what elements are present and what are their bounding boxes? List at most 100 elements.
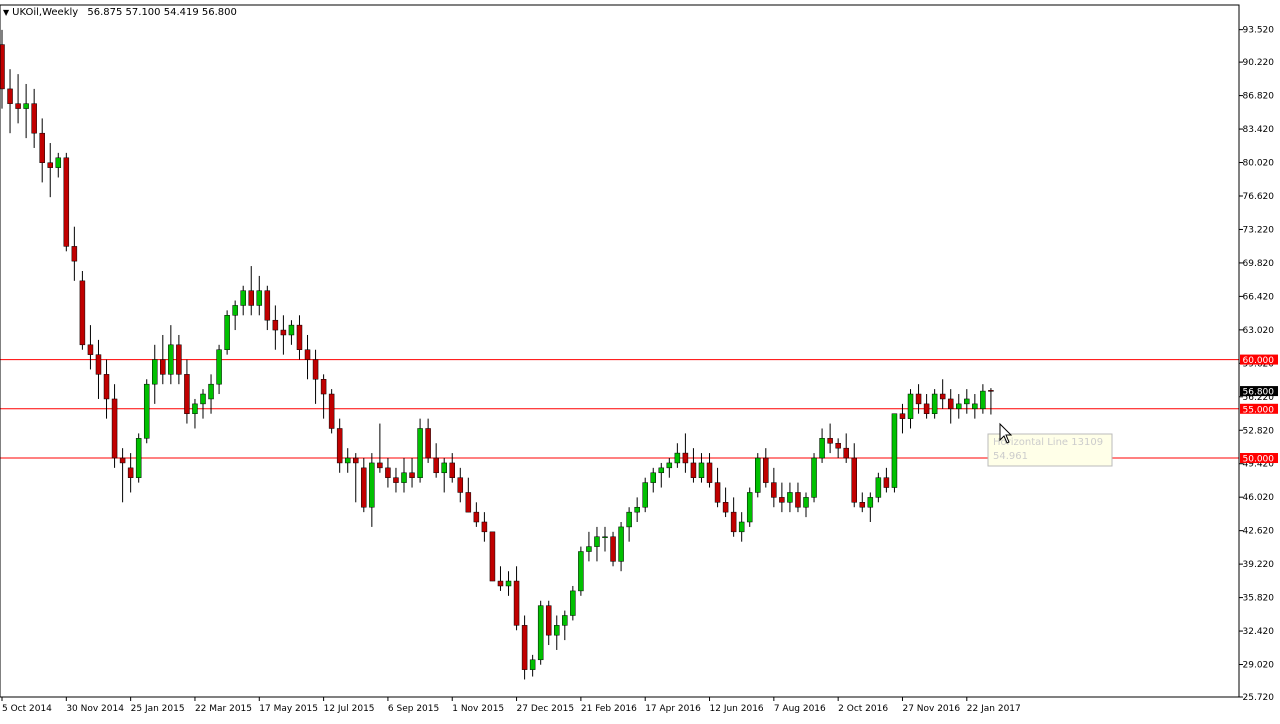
x-tick-label: 17 Apr 2016: [645, 704, 701, 714]
candle-body: [168, 344, 174, 375]
candle-body: [554, 625, 560, 636]
candle-body: [457, 477, 464, 493]
candle-body: [545, 605, 552, 636]
candle-body: [570, 590, 576, 616]
y-tick-label: 93.520: [1243, 26, 1275, 36]
candle-body: [827, 438, 833, 444]
candle[interactable]: [811, 453, 817, 503]
candle-body: [15, 103, 21, 109]
candle-body: [312, 359, 319, 380]
y-tick-label: 39.220: [1243, 560, 1275, 570]
candle-body: [135, 438, 142, 478]
candle-body: [835, 442, 841, 449]
candle-body: [956, 403, 962, 410]
x-tick-label: 22 Jan 2017: [967, 704, 1021, 714]
candle-body: [907, 393, 914, 419]
candle-body: [256, 290, 263, 306]
candle-body: [55, 157, 62, 168]
candle-body: [111, 398, 118, 459]
ohlc-values: 56.875 57.100 54.419 56.800: [87, 7, 237, 18]
candle-body: [0, 44, 5, 90]
candle-body: [521, 625, 528, 670]
candle-body: [87, 344, 94, 355]
candle[interactable]: [135, 433, 142, 483]
candle[interactable]: [755, 453, 761, 498]
candle[interactable]: [328, 389, 335, 434]
candle-body: [304, 349, 311, 360]
candlestick-chart[interactable]: 93.520 90.220 86.820 83.420 80.020 76.620 73.2…: [0, 0, 1280, 720]
candle[interactable]: [63, 152, 70, 252]
candle-body: [755, 457, 761, 493]
candle-body: [409, 472, 415, 478]
candle-body: [537, 605, 544, 661]
candle[interactable]: [79, 270, 86, 350]
x-tick-label: 5 Oct 2014: [2, 704, 52, 714]
candle-body: [803, 497, 809, 508]
candle-body: [529, 659, 536, 670]
x-tick-label: 2 Oct 2016: [838, 704, 888, 714]
candle[interactable]: [521, 615, 528, 680]
candle-body: [714, 482, 721, 503]
collapse-triangle-icon[interactable]: ▼: [3, 8, 9, 17]
x-tick-label: 12 Jul 2015: [324, 704, 375, 714]
candle-body: [562, 615, 568, 626]
candle-body: [192, 403, 198, 414]
candle-body: [578, 551, 584, 592]
candle[interactable]: [746, 487, 753, 527]
candle-body: [79, 280, 86, 346]
candle-body: [972, 403, 978, 410]
candle[interactable]: [224, 310, 230, 355]
candle-body: [417, 428, 423, 478]
tooltip-line-1: Horizontal Line 13109: [993, 437, 1103, 448]
candle-body: [682, 452, 689, 464]
candle[interactable]: [417, 418, 423, 483]
candle[interactable]: [891, 413, 898, 493]
candle-body: [71, 246, 78, 262]
candle-body: [264, 290, 271, 321]
candle-body: [425, 428, 431, 459]
x-tick-label: 6 Sep 2015: [388, 704, 439, 714]
x-tick-label: 12 Jun 2016: [710, 704, 764, 714]
candle-body: [674, 452, 681, 464]
candle-body: [232, 305, 238, 316]
candle[interactable]: [143, 379, 150, 444]
candle-body: [787, 492, 793, 503]
candle-body: [200, 393, 206, 405]
hline-price-label: 50.000: [1243, 455, 1275, 465]
candle-body: [738, 521, 745, 533]
candle-body: [31, 103, 37, 134]
candle-body: [650, 472, 656, 483]
y-tick-label: 80.020: [1243, 159, 1275, 169]
candle[interactable]: [570, 585, 576, 621]
candle-body: [216, 349, 222, 385]
candle-body: [618, 526, 624, 562]
candle-body: [706, 462, 713, 483]
candle-body: [288, 324, 295, 336]
candle-body: [336, 428, 343, 464]
candle-body: [103, 374, 110, 400]
candle-body: [39, 132, 45, 163]
candle-body: [586, 546, 592, 552]
candle-body: [931, 393, 938, 414]
candle[interactable]: [537, 600, 544, 665]
candle[interactable]: [578, 546, 584, 596]
candle-body: [875, 477, 882, 498]
candle-body: [23, 103, 29, 109]
candle-body: [393, 477, 399, 483]
candle[interactable]: [642, 477, 648, 513]
chart-window: 93.520 90.220 86.820 83.420 80.020 76.620 73.2…: [0, 0, 1280, 720]
candle-body: [401, 472, 407, 483]
y-tick-label: 63.020: [1243, 326, 1275, 336]
y-tick-label: 42.620: [1243, 527, 1275, 537]
y-tick-label: 29.020: [1243, 661, 1275, 671]
candle[interactable]: [489, 531, 496, 582]
candle-body: [730, 511, 737, 533]
x-tick-label: 1 Nov 2015: [452, 704, 504, 714]
candle[interactable]: [610, 531, 616, 567]
x-tick-label: 27 Dec 2015: [517, 704, 575, 714]
candle-body: [127, 467, 134, 478]
candle-body: [385, 467, 391, 478]
candle-body: [722, 502, 729, 513]
candle-body: [851, 457, 857, 503]
hline-price-label: 60.000: [1243, 356, 1275, 366]
